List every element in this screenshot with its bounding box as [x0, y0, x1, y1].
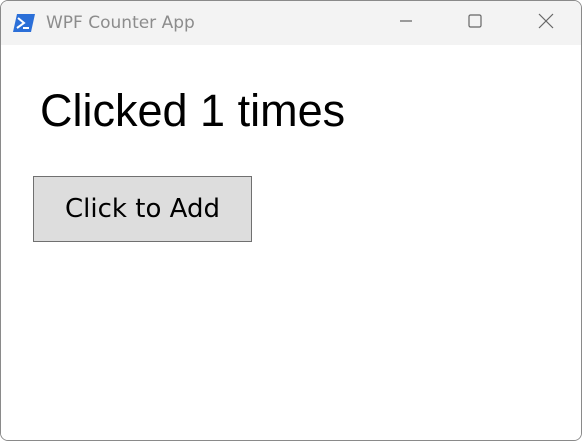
title-bar[interactable]: WPF Counter App: [1, 1, 581, 45]
add-button[interactable]: Click to Add: [33, 176, 252, 242]
minimize-icon: [398, 13, 414, 33]
maximize-icon: [467, 13, 483, 33]
counter-label: Clicked 1 times: [40, 85, 346, 136]
window-title: WPF Counter App: [46, 13, 195, 33]
minimize-button[interactable]: [383, 1, 429, 45]
maximize-button[interactable]: [452, 1, 498, 45]
close-button[interactable]: [523, 1, 569, 45]
close-icon: [537, 12, 555, 34]
main-content: Clicked 1 times Click to Add: [1, 45, 581, 440]
app-window: WPF Counter App Clicked 1 times Click to…: [0, 0, 582, 441]
powershell-icon: [13, 13, 35, 33]
